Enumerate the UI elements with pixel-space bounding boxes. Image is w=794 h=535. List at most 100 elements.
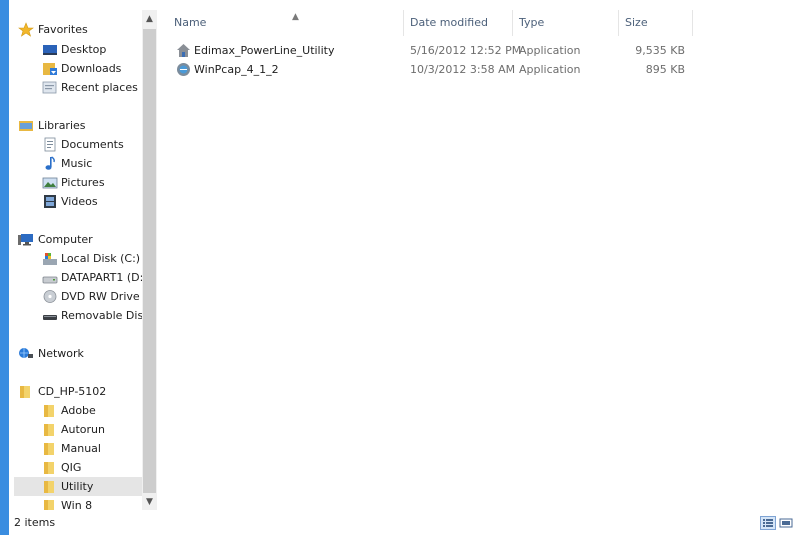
nav-item-manual[interactable]: Manual (14, 439, 142, 458)
nav-item-label: Recent places (61, 81, 138, 94)
nav-item-pictures[interactable]: Pictures (14, 173, 142, 192)
file-size: 895 KB (645, 63, 685, 76)
nav-item-datapart1-d[interactable]: DATAPART1 (D:) (14, 268, 142, 287)
folder-icon (42, 479, 58, 494)
nav-item-label: DVD RW Drive (E: (61, 290, 142, 303)
downloads-icon (42, 61, 58, 76)
folder-icon (42, 460, 58, 475)
column-header-label: Name (174, 16, 207, 29)
nav-item-recent-places[interactable]: Recent places (14, 78, 142, 97)
folder-icon (18, 384, 34, 399)
nav-item-label: DATAPART1 (D:) (61, 271, 142, 284)
details-view-button[interactable] (760, 516, 776, 530)
nav-item-label: Local Disk (C:) (61, 252, 141, 265)
column-header-label: Date modified (410, 16, 488, 29)
nav-item-autorun[interactable]: Autorun (14, 420, 142, 439)
scroll-up-arrow-icon[interactable]: ▲ (142, 10, 157, 27)
pictures-icon (42, 175, 58, 190)
nav-item-qig[interactable]: QIG (14, 458, 142, 477)
dvd-drive-icon (42, 289, 58, 304)
nav-item-removable-disk[interactable]: Removable Disk ( (14, 306, 142, 325)
nav-item-cd-hp-5102[interactable]: CD_HP-5102 (14, 382, 142, 401)
nav-item-label: Documents (61, 138, 124, 151)
file-name: Edimax_PowerLine_Utility (194, 44, 335, 57)
status-bar: 2 items (14, 512, 794, 535)
file-type: Application (519, 63, 581, 76)
nav-item-win-8[interactable]: Win 8 (14, 496, 142, 510)
details-view-icon (763, 519, 773, 527)
folder-icon (42, 422, 58, 437)
nav-item-label: Network (38, 347, 84, 360)
nav-item-videos[interactable]: Videos (14, 192, 142, 211)
nav-item-label: Favorites (38, 23, 88, 36)
installer-icon (176, 62, 191, 77)
documents-icon (42, 137, 58, 152)
libraries-icon (18, 118, 34, 133)
navigation-pane[interactable]: Favorites Desktop Downloads Recent place… (14, 10, 142, 510)
column-header-label: Type (519, 16, 545, 29)
column-header-type[interactable]: Type (513, 10, 619, 36)
nav-item-adobe[interactable]: Adobe (14, 401, 142, 420)
nav-item-label: Utility (61, 480, 94, 493)
nav-item-label: CD_HP-5102 (38, 385, 107, 398)
nav-item-label: QIG (61, 461, 82, 474)
recent-places-icon (42, 80, 58, 95)
nav-item-label: Pictures (61, 176, 105, 189)
nav-item-network[interactable]: Network (14, 344, 142, 363)
window-border-accent (0, 0, 9, 535)
scroll-down-arrow-icon[interactable]: ▼ (142, 493, 157, 510)
application-icon (176, 43, 191, 58)
network-icon (18, 346, 34, 361)
nav-item-label: Removable Disk ( (61, 309, 142, 322)
nav-item-libraries[interactable]: Libraries (14, 116, 142, 135)
explorer-window: Favorites Desktop Downloads Recent place… (0, 0, 794, 535)
nav-item-label: Libraries (38, 119, 86, 132)
nav-item-favorites[interactable]: Favorites (14, 20, 142, 39)
file-list[interactable]: Name ▲ Date modified Type Size Edimax_Po… (160, 10, 794, 510)
item-count: 2 items (14, 516, 56, 529)
file-date-modified: 5/16/2012 12:52 PM (410, 44, 522, 57)
nav-item-music[interactable]: Music (14, 154, 142, 173)
file-size: 9,535 KB (635, 44, 685, 57)
desktop-icon (42, 42, 58, 57)
nav-item-local-disk-c[interactable]: Local Disk (C:) (14, 249, 142, 268)
nav-item-computer[interactable]: Computer (14, 230, 142, 249)
file-name: WinPcap_4_1_2 (194, 63, 279, 76)
local-disk-icon (42, 251, 58, 266)
table-row[interactable]: WinPcap_4_1_2 10/3/2012 3:58 AM Applicat… (160, 60, 700, 79)
folder-icon (42, 498, 58, 510)
nav-item-label: Manual (61, 442, 101, 455)
nav-item-label: Computer (38, 233, 93, 246)
sort-ascending-icon: ▲ (292, 12, 299, 22)
nav-scrollbar[interactable]: ▲ ▼ (142, 10, 157, 510)
file-date-modified: 10/3/2012 3:58 AM (410, 63, 516, 76)
large-icons-view-button[interactable] (778, 516, 794, 530)
folder-icon (42, 403, 58, 418)
nav-item-label: Desktop (61, 43, 107, 56)
nav-item-dvd-rw-drive[interactable]: DVD RW Drive (E: (14, 287, 142, 306)
removable-disk-icon (42, 308, 58, 323)
star-icon (18, 22, 34, 37)
music-icon (42, 156, 58, 171)
table-row[interactable]: Edimax_PowerLine_Utility 5/16/2012 12:52… (160, 41, 700, 60)
column-header-name[interactable]: Name ▲ (168, 10, 404, 36)
nav-item-label: Autorun (61, 423, 106, 436)
nav-item-label: Music (61, 157, 93, 170)
file-type: Application (519, 44, 581, 57)
nav-item-label: Videos (61, 195, 98, 208)
drive-icon (42, 270, 58, 285)
scrollbar-thumb[interactable] (143, 29, 156, 493)
column-header-label: Size (625, 16, 648, 29)
nav-item-label: Downloads (61, 62, 122, 75)
nav-item-label: Win 8 (61, 499, 93, 510)
column-header-date-modified[interactable]: Date modified (404, 10, 513, 36)
nav-item-downloads[interactable]: Downloads (14, 59, 142, 78)
videos-icon (42, 194, 58, 209)
folder-icon (42, 441, 58, 456)
computer-icon (18, 232, 34, 247)
nav-item-desktop[interactable]: Desktop (14, 40, 142, 59)
nav-item-documents[interactable]: Documents (14, 135, 142, 154)
nav-item-label: Adobe (61, 404, 96, 417)
column-header-size[interactable]: Size (619, 10, 693, 36)
nav-item-utility[interactable]: Utility (14, 477, 142, 496)
